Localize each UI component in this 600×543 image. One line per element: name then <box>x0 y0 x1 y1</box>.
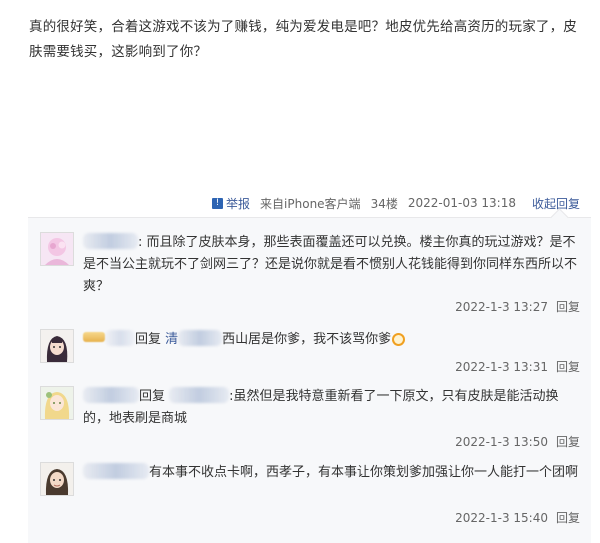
post-meta-bar: ! 举报 来自iPhone客户端 34楼 2022-01-03 13:18 收起… <box>0 193 580 213</box>
reply-button[interactable]: 回复 <box>556 435 580 449</box>
reply-body: 有本事不收点卡啊，西孝子，有本事让你策划爹加强让你一人能打一个团啊 <box>83 462 578 484</box>
avatar[interactable] <box>40 462 74 496</box>
reply-word: 回复 <box>135 332 162 347</box>
floor-number: 34楼 <box>370 196 398 211</box>
report-link[interactable]: ! 举报 <box>212 195 250 212</box>
reply-time: 2022-1-3 15:40 <box>455 511 548 525</box>
reply-meta: 2022-1-3 15:40 回复 <box>455 509 580 526</box>
post-timestamp: 2022-01-03 13:18 <box>407 196 516 210</box>
report-icon: ! <box>212 197 224 209</box>
reply-body: 回复 清 西山居是你爹，我不该骂你爹 <box>83 329 578 351</box>
avatar-image <box>41 387 73 419</box>
reply-item: 有本事不收点卡啊，西孝子，有本事让你策划爹加强让你一人能打一个团啊 2022-1… <box>40 462 580 528</box>
collapse-replies-link[interactable]: 收起回复 <box>532 195 580 212</box>
reply-time: 2022-1-3 13:31 <box>455 360 548 374</box>
avatar[interactable] <box>40 386 74 420</box>
reply-button[interactable]: 回复 <box>556 300 580 314</box>
level-badge-icon <box>83 332 105 342</box>
avatar-image <box>41 233 73 265</box>
reply-meta: 2022-1-3 13:31 回复 <box>455 358 580 375</box>
mention-blurred[interactable] <box>178 330 223 346</box>
username-blurred[interactable] <box>83 387 139 403</box>
mention-prefix[interactable]: 清 <box>165 332 178 347</box>
reply-item: 回复 清 西山居是你爹，我不该骂你爹 2022-1-3 13:31 回复 <box>40 329 580 374</box>
username-blurred[interactable] <box>83 463 149 479</box>
reply-meta: 2022-1-3 13:50 回复 <box>455 433 580 450</box>
reply-panel: : 而且除了皮肤本身，那些表面覆盖还可以兑换。楼主你真的玩过游戏？是不是不当公主… <box>28 208 591 543</box>
post-content: 真的很好笑，合着这游戏不该为了赚钱，纯为爱发电是吧？地皮优先给高资历的玩家了，皮… <box>29 19 577 60</box>
reply-text: : 而且除了皮肤本身，那些表面覆盖还可以兑换。楼主你真的玩过游戏？是不是不当公主… <box>83 235 578 294</box>
reply-meta: 2022-1-3 13:27 回复 <box>455 298 580 315</box>
mention-blurred[interactable] <box>169 387 230 403</box>
post-source: 来自iPhone客户端 <box>260 196 361 211</box>
emoji-icon <box>392 333 406 346</box>
username-blurred[interactable] <box>105 330 135 346</box>
avatar-image <box>41 330 73 362</box>
reply-button[interactable]: 回复 <box>556 511 580 525</box>
avatar-image <box>41 463 73 495</box>
username-blurred[interactable] <box>83 233 138 249</box>
reply-text: 有本事不收点卡啊，西孝子，有本事让你策划爹加强让你一人能打一个团啊 <box>149 465 579 480</box>
reply-item: : 而且除了皮肤本身，那些表面覆盖还可以兑换。楼主你真的玩过游戏？是不是不当公主… <box>40 232 580 318</box>
reply-body: 回复 :虽然但是我特意重新看了一下原文，只有皮肤是能活动换的，地表刷是商城 <box>83 386 578 430</box>
reply-item: 回复 :虽然但是我特意重新看了一下原文，只有皮肤是能活动换的，地表刷是商城 20… <box>40 386 580 452</box>
avatar[interactable] <box>40 329 74 363</box>
reply-body: : 而且除了皮肤本身，那些表面覆盖还可以兑换。楼主你真的玩过游戏？是不是不当公主… <box>83 232 578 298</box>
reply-button[interactable]: 回复 <box>556 360 580 374</box>
reply-word: 回复 <box>139 389 166 404</box>
report-label: 举报 <box>226 196 251 211</box>
reply-time: 2022-1-3 13:27 <box>455 300 548 314</box>
avatar[interactable] <box>40 232 74 266</box>
reply-text: 西山居是你爹，我不该骂你爹 <box>222 332 392 347</box>
reply-time: 2022-1-3 13:50 <box>455 435 548 449</box>
